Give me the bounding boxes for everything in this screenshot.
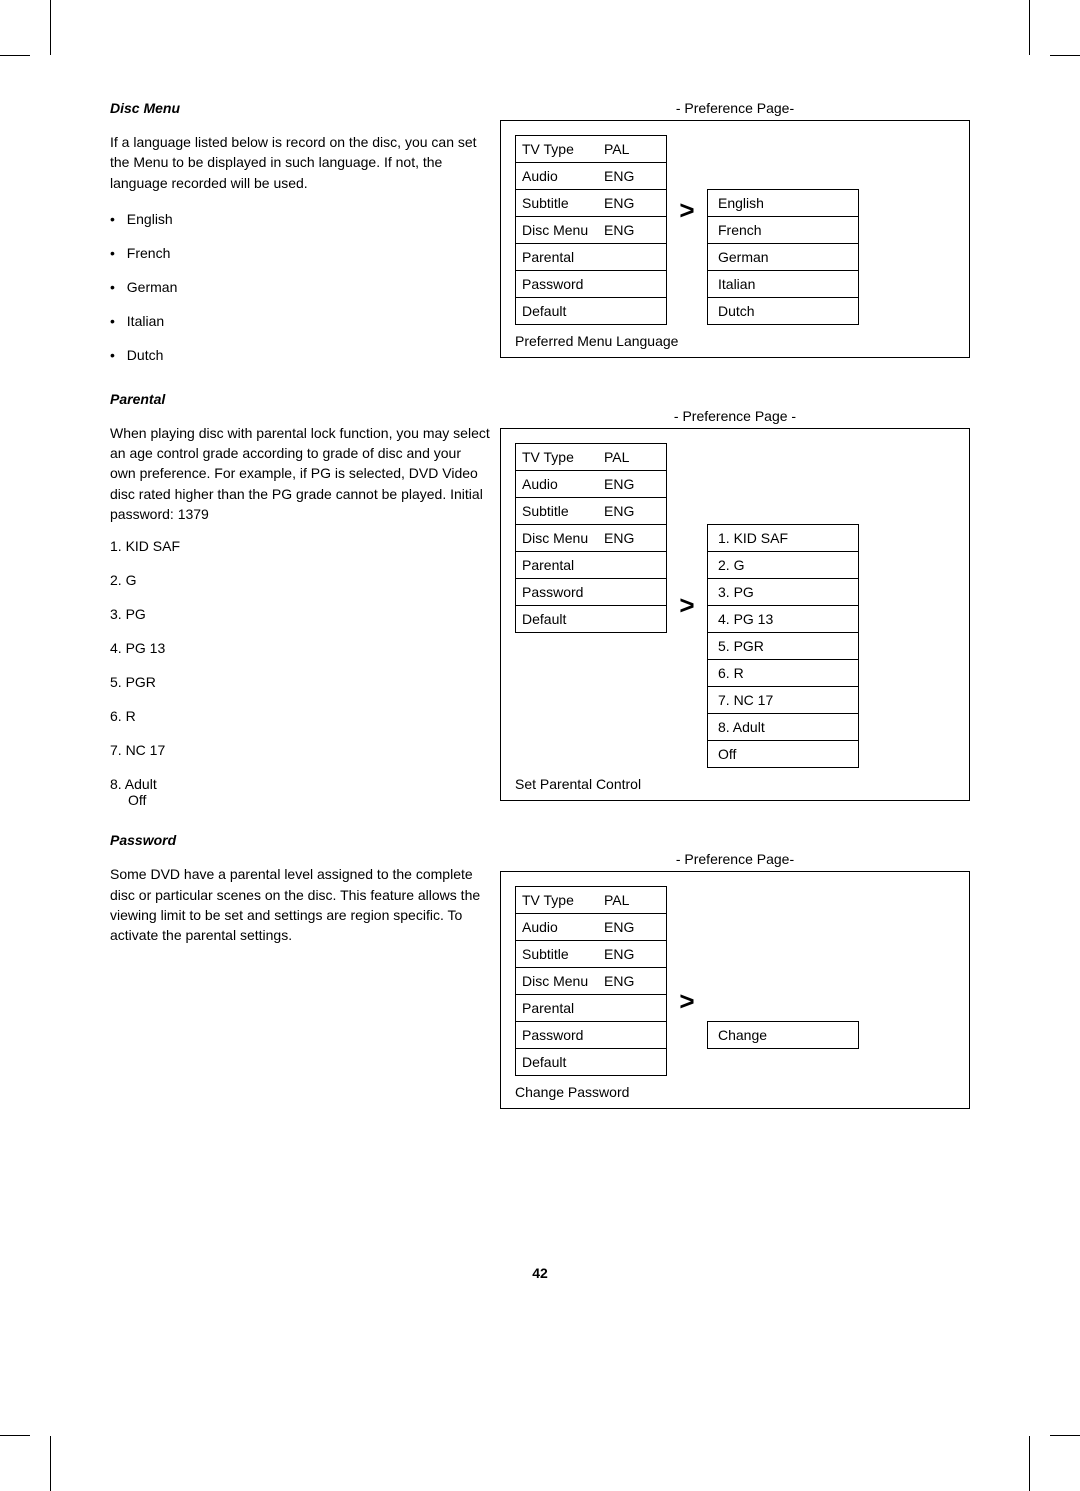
num-item: 3. PG: [110, 606, 490, 622]
num-item: 6. R: [110, 708, 490, 724]
submenu-item[interactable]: 5. PGR: [707, 632, 859, 660]
para-password: Some DVD have a parental level assigned …: [110, 864, 490, 945]
panel-title: - Preference Page-: [500, 851, 970, 867]
menu-row-discmenu[interactable]: Disc MenuENG: [515, 216, 667, 244]
submenu-item[interactable]: 7. NC 17: [707, 686, 859, 714]
menu-list: TV TypePAL AudioENG SubtitleENG Disc Men…: [515, 135, 667, 325]
num-item: 2. G: [110, 572, 490, 588]
menu-row-default[interactable]: Default: [515, 605, 667, 633]
menu-row-audio[interactable]: AudioENG: [515, 470, 667, 498]
panel-box: TV TypePAL AudioENG SubtitleENG Disc Men…: [500, 428, 970, 801]
submenu-item-french[interactable]: French: [707, 216, 859, 244]
submenu-list: 1. KID SAF 2. G 3. PG 4. PG 13 5. PGR 6.…: [707, 524, 859, 768]
menu-list: TV TypePAL AudioENG SubtitleENG Disc Men…: [515, 886, 667, 1076]
panel-box: TV TypePAL AudioENG SubtitleENG Disc Men…: [500, 871, 970, 1109]
menu-row-default[interactable]: Default: [515, 297, 667, 325]
menu-row-audio[interactable]: AudioENG: [515, 913, 667, 941]
panel-footer: Set Parental Control: [515, 776, 953, 792]
page-content: Disc Menu If a language listed below is …: [0, 0, 1080, 1440]
menu-row-password[interactable]: Password: [515, 578, 667, 606]
panel-title: - Preference Page-: [500, 100, 970, 116]
page-number: 42: [0, 1265, 1080, 1281]
menu-row-subtitle[interactable]: SubtitleENG: [515, 189, 667, 217]
submenu-item-change[interactable]: Change: [707, 1021, 859, 1049]
bullet-list: English French German Italian Dutch: [110, 211, 490, 363]
menu-row-password[interactable]: Password: [515, 1021, 667, 1049]
submenu-item-english[interactable]: English: [707, 189, 859, 217]
menu-row-password[interactable]: Password: [515, 270, 667, 298]
panel-footer: Preferred Menu Language: [515, 333, 953, 349]
submenu-item[interactable]: 3. PG: [707, 578, 859, 606]
submenu-item[interactable]: 6. R: [707, 659, 859, 687]
left-column: Disc Menu If a language listed below is …: [110, 100, 490, 1400]
submenu-item[interactable]: 1. KID SAF: [707, 524, 859, 552]
heading-password: Password: [110, 832, 490, 848]
menu-row-subtitle[interactable]: SubtitleENG: [515, 497, 667, 525]
submenu-item[interactable]: 4. PG 13: [707, 605, 859, 633]
num-item: 5. PGR: [110, 674, 490, 690]
num-item: 4. PG 13: [110, 640, 490, 656]
menu-row-tvtype[interactable]: TV TypePAL: [515, 443, 667, 471]
bullet-item: Italian: [110, 313, 490, 329]
menu-row-audio[interactable]: AudioENG: [515, 162, 667, 190]
num-item-off: Off: [128, 792, 490, 808]
num-item: 8. Adult: [110, 776, 490, 792]
menu-row-subtitle[interactable]: SubtitleENG: [515, 940, 667, 968]
submenu-list: Change: [707, 1021, 859, 1076]
para-parental: When playing disc with parental lock fun…: [110, 423, 490, 524]
bullet-item: English: [110, 211, 490, 227]
menu-row-parental[interactable]: Parental: [515, 994, 667, 1022]
num-item: 1. KID SAF: [110, 538, 490, 554]
arrow-icon: >: [667, 443, 707, 768]
menu-row-parental[interactable]: Parental: [515, 551, 667, 579]
menu-list: TV TypePAL AudioENG SubtitleENG Disc Men…: [515, 443, 667, 768]
menu-row-tvtype[interactable]: TV TypePAL: [515, 135, 667, 163]
arrow-icon: >: [667, 986, 707, 1076]
arrow-icon: >: [667, 195, 707, 325]
num-item: 7. NC 17: [110, 742, 490, 758]
heading-disc-menu: Disc Menu: [110, 100, 490, 116]
preference-panel-password: - Preference Page- TV TypePAL AudioENG S…: [500, 851, 970, 1109]
menu-row-default[interactable]: Default: [515, 1048, 667, 1076]
panel-footer: Change Password: [515, 1084, 953, 1100]
right-column: - Preference Page- TV TypePAL AudioENG S…: [490, 100, 970, 1400]
submenu-item[interactable]: 8. Adult: [707, 713, 859, 741]
submenu-list: English French German Italian Dutch: [707, 189, 859, 325]
preference-panel-disc-menu: - Preference Page- TV TypePAL AudioENG S…: [500, 100, 970, 358]
bullet-item: German: [110, 279, 490, 295]
bullet-item: French: [110, 245, 490, 261]
menu-row-discmenu[interactable]: Disc MenuENG: [515, 524, 667, 552]
menu-row-discmenu[interactable]: Disc MenuENG: [515, 967, 667, 995]
preference-panel-parental: - Preference Page - TV TypePAL AudioENG …: [500, 408, 970, 801]
para-disc-menu: If a language listed below is record on …: [110, 132, 490, 193]
heading-parental: Parental: [110, 391, 490, 407]
submenu-item[interactable]: Off: [707, 740, 859, 768]
panel-title: - Preference Page -: [500, 408, 970, 424]
numbered-list: 1. KID SAF 2. G 3. PG 4. PG 13 5. PGR 6.…: [110, 538, 490, 808]
bullet-item: Dutch: [110, 347, 490, 363]
panel-box: TV TypePAL AudioENG SubtitleENG Disc Men…: [500, 120, 970, 358]
submenu-item-german[interactable]: German: [707, 243, 859, 271]
submenu-item[interactable]: 2. G: [707, 551, 859, 579]
submenu-item-dutch[interactable]: Dutch: [707, 297, 859, 325]
menu-row-tvtype[interactable]: TV TypePAL: [515, 886, 667, 914]
menu-row-parental[interactable]: Parental: [515, 243, 667, 271]
submenu-item-italian[interactable]: Italian: [707, 270, 859, 298]
